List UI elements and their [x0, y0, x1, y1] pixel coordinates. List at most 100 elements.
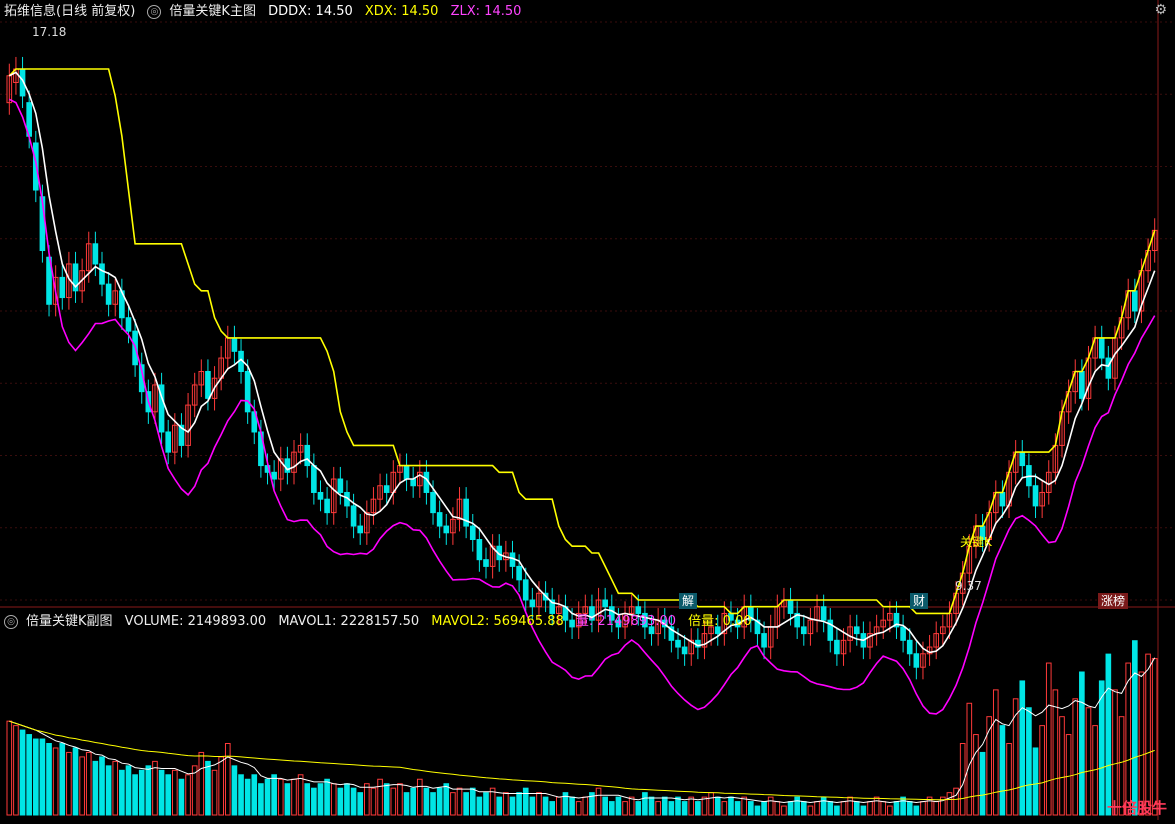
- gear-icon[interactable]: ⚙: [1154, 2, 1167, 18]
- volume-bar: [218, 756, 224, 816]
- candle-body: [350, 505, 357, 527]
- candle-body: [761, 633, 767, 648]
- volume-bar: [52, 747, 59, 816]
- volume-bar: [291, 778, 297, 816]
- candle-body: [1019, 451, 1026, 467]
- candle-body: [443, 525, 450, 534]
- volume-bar: [648, 796, 655, 816]
- candle-body: [900, 626, 906, 641]
- volume-bar: [496, 796, 503, 816]
- volume-bar: [403, 792, 410, 816]
- beiliang-value: 倍量: 0.00: [688, 614, 752, 629]
- volume-bar: [165, 774, 172, 816]
- volume-bar: [92, 760, 99, 816]
- volume-bar: [26, 734, 32, 816]
- volume-bar: [999, 725, 1006, 816]
- volume-bar: [344, 783, 350, 816]
- volume-bar: [483, 792, 489, 816]
- chart-stage: 拓维信息(日线 前复权) ◎ 倍量关键K主图 DDDX: 14.50 XDX: 1…: [0, 0, 1175, 820]
- volume-bar: [1019, 680, 1026, 816]
- volume-bar: [840, 801, 847, 816]
- candle-body: [1132, 290, 1138, 312]
- volume-bar: [628, 796, 635, 816]
- volume-bar: [814, 801, 820, 816]
- key-k-label: 关键K: [960, 535, 992, 549]
- tag-cai[interactable]: 财: [910, 593, 929, 609]
- volume-bar: [622, 801, 628, 816]
- candle-body: [522, 579, 529, 601]
- volume-bar: [119, 769, 125, 816]
- volume-bar: [1145, 653, 1151, 816]
- candle-body: [800, 626, 807, 635]
- candle-body: [787, 599, 794, 614]
- volume-bar: [761, 801, 767, 816]
- volume-bar: [377, 778, 383, 816]
- stock-title[interactable]: 拓维信息(日线 前复权): [4, 4, 135, 19]
- volume-bar: [602, 796, 608, 816]
- volume-bar: [231, 765, 238, 816]
- volume-bar: [873, 796, 880, 816]
- candle-body: [92, 243, 99, 265]
- volume-bar: [913, 805, 920, 816]
- liang-value: 量: 2149893.00: [575, 614, 677, 629]
- volume-bar: [1045, 662, 1052, 816]
- volume-bar: [807, 805, 814, 816]
- volume-bar: [880, 801, 887, 816]
- volume-bar: [198, 751, 205, 816]
- volume-bar: [145, 765, 152, 816]
- volume-bar: [205, 760, 211, 816]
- volume-bar: [1105, 653, 1112, 816]
- volume-bar: [853, 801, 860, 816]
- candle-body: [906, 639, 913, 655]
- volume-bar: [410, 787, 416, 816]
- volume-bar: [423, 787, 430, 816]
- candle-body: [410, 478, 416, 487]
- candle-body: [681, 646, 688, 655]
- volume-bar: [675, 796, 681, 816]
- volume-bar: [317, 783, 324, 816]
- volume-bar: [549, 801, 556, 816]
- volume-bar: [1098, 680, 1105, 816]
- volume-bar: [661, 796, 668, 816]
- volume-bar: [1059, 716, 1065, 816]
- tag-jie[interactable]: 解: [679, 593, 698, 609]
- volume-bar: [1026, 707, 1032, 816]
- sub-indicator-name[interactable]: 倍量关键K副图: [26, 614, 113, 629]
- main-indicator-name[interactable]: 倍量关键K主图: [169, 4, 256, 19]
- candle-body: [205, 370, 211, 399]
- candle-body: [383, 485, 390, 493]
- volume-bar: [238, 774, 244, 816]
- low-price-label: 9.37: [955, 579, 982, 593]
- volume-bar: [450, 792, 456, 816]
- candle-body: [403, 465, 410, 480]
- volume-bar: [556, 796, 562, 816]
- dddx-value: DDDX: 14.50: [268, 4, 353, 19]
- candle-body: [337, 478, 344, 493]
- tag-zhangbang[interactable]: 涨榜: [1098, 593, 1129, 609]
- volume-bar: [1151, 658, 1158, 816]
- volume-bar: [258, 783, 264, 816]
- volume-bar: [1132, 640, 1138, 816]
- chart-svg: [0, 0, 1175, 820]
- main-header: 拓维信息(日线 前复权) ◎ 倍量关键K主图 DDDX: 14.50 XDX: 1…: [4, 2, 529, 22]
- volume-bar: [1039, 725, 1045, 816]
- volume-bar: [569, 796, 575, 816]
- volume-bar: [158, 769, 165, 816]
- settings-icon[interactable]: ◎: [147, 4, 162, 19]
- volume-bar: [138, 769, 145, 816]
- volume-bar: [787, 801, 794, 816]
- volume-bar: [1052, 689, 1059, 816]
- volume-bar: [794, 796, 800, 816]
- volume-bar: [575, 801, 582, 816]
- volume-bar: [887, 805, 893, 816]
- volume-bar: [900, 796, 906, 816]
- candle-body: [529, 599, 536, 608]
- settings-icon-sub[interactable]: ◎: [4, 614, 18, 629]
- volume-bar: [211, 769, 218, 816]
- mavol2-value: MAVOL2: 569465.88: [431, 614, 564, 629]
- volume-bar: [99, 756, 105, 816]
- volume-bar: [1065, 734, 1072, 816]
- volume-bar: [529, 796, 536, 816]
- volume-bar: [781, 805, 787, 816]
- volume-bar: [655, 801, 661, 816]
